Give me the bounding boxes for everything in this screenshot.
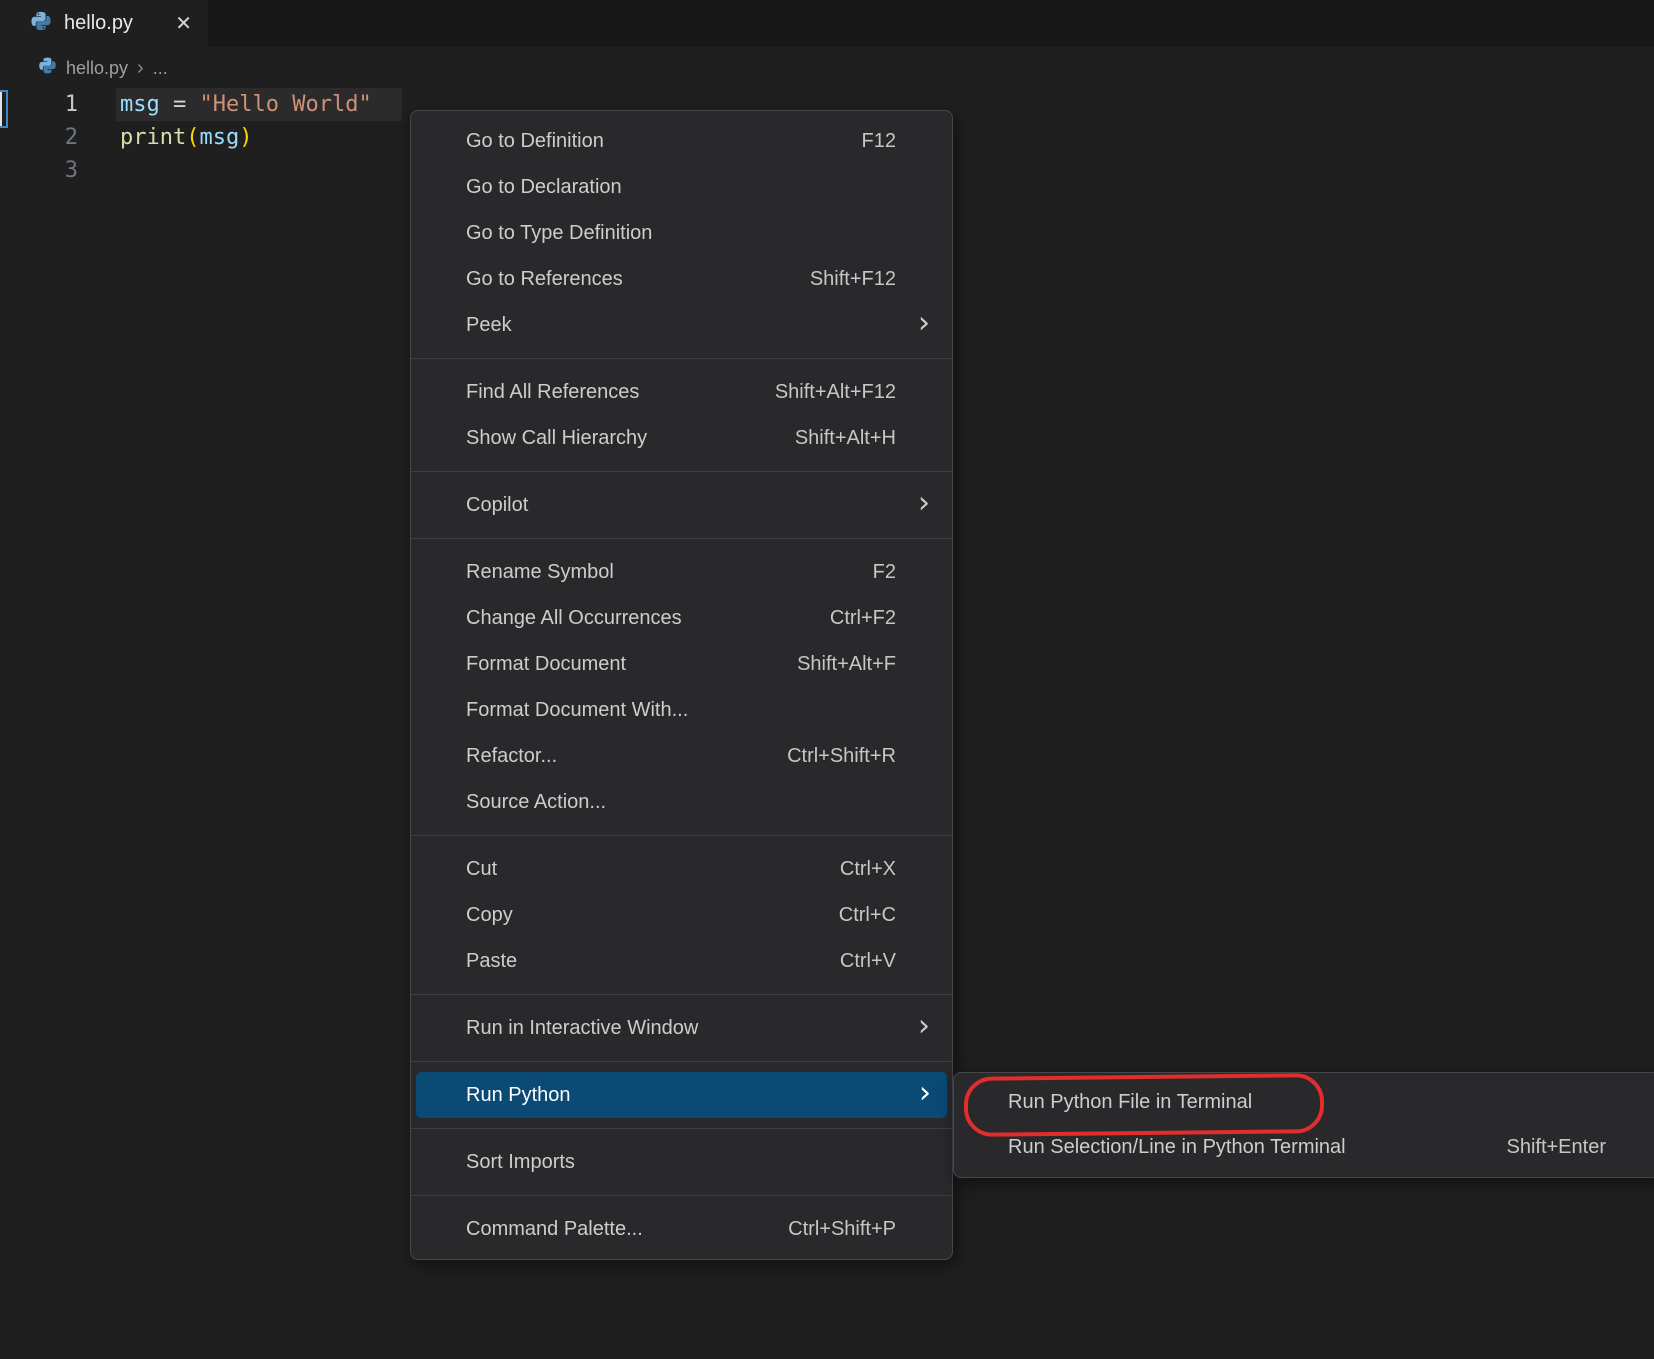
menu-item-label: Go to Definition	[466, 130, 604, 153]
menu-item-go-to-references[interactable]: Go to References Shift+F12	[411, 256, 952, 302]
menu-item-sort-imports[interactable]: Sort Imports	[411, 1139, 952, 1185]
submenu-chevron-icon: ›	[918, 1012, 930, 1042]
menu-item-label: Source Action...	[466, 791, 606, 814]
menu-item-label: Copilot	[466, 494, 528, 517]
menu-item-command-palette[interactable]: Command Palette... Ctrl+Shift+P	[411, 1206, 952, 1252]
submenu-chevron-icon: ›	[918, 309, 930, 339]
menu-item-shortcut: Ctrl+C	[839, 904, 896, 927]
token-string: "Hello World"	[200, 92, 372, 117]
menu-item-go-to-definition[interactable]: Go to Definition F12	[411, 118, 952, 164]
breadcrumb-file[interactable]: hello.py	[66, 58, 128, 79]
menu-item-label: Paste	[466, 950, 517, 973]
line-number: 3	[0, 154, 95, 187]
menu-item-shortcut: Ctrl+X	[840, 858, 896, 881]
menu-item-label: Format Document With...	[466, 699, 688, 722]
menu-separator	[411, 835, 952, 836]
menu-item-label: Find All References	[466, 381, 639, 404]
menu-item-shortcut: Shift+Alt+H	[795, 427, 896, 450]
tab-hello-py[interactable]: hello.py ✕	[0, 0, 208, 47]
menu-separator	[411, 1195, 952, 1196]
token-close-paren: )	[239, 125, 252, 150]
menu-item-label: Refactor...	[466, 745, 557, 768]
menu-item-run-python[interactable]: Run Python ›	[416, 1072, 947, 1118]
tab-title: hello.py	[64, 12, 133, 35]
menu-item-label: Show Call Hierarchy	[466, 427, 647, 450]
menu-item-shortcut: Shift+F12	[810, 268, 896, 291]
chevron-right-icon: ›	[137, 58, 144, 78]
code-editor[interactable]: 1 msg = "Hello World" 2 print(msg) 3	[0, 88, 372, 187]
menu-item-run-python-file-in-terminal[interactable]: Run Python File in Terminal	[954, 1080, 1654, 1125]
menu-item-label: Go to Declaration	[466, 176, 622, 199]
menu-separator	[411, 471, 952, 472]
editor-context-menu: Go to Definition F12 Go to Declaration G…	[410, 110, 953, 1260]
menu-item-label: Sort Imports	[466, 1151, 575, 1174]
menu-item-label: Cut	[466, 858, 497, 881]
code-line-2[interactable]: 2 print(msg)	[0, 121, 372, 154]
menu-item-label: Command Palette...	[466, 1218, 643, 1241]
menu-separator	[411, 1128, 952, 1129]
menu-item-format-document[interactable]: Format Document Shift+Alt+F	[411, 641, 952, 687]
menu-item-show-call-hierarchy[interactable]: Show Call Hierarchy Shift+Alt+H	[411, 415, 952, 461]
menu-item-shortcut: Shift+Enter	[1506, 1136, 1606, 1159]
menu-item-shortcut: F12	[862, 130, 896, 153]
menu-item-shortcut: Shift+Alt+F	[797, 653, 896, 676]
menu-item-go-to-type-definition[interactable]: Go to Type Definition	[411, 210, 952, 256]
menu-item-shortcut: F2	[873, 561, 896, 584]
menu-item-rename-symbol[interactable]: Rename Symbol F2	[411, 549, 952, 595]
menu-item-label: Change All Occurrences	[466, 607, 682, 630]
menu-item-shortcut: Ctrl+V	[840, 950, 896, 973]
menu-item-copy[interactable]: Copy Ctrl+C	[411, 892, 952, 938]
breadcrumb: hello.py › ...	[38, 49, 168, 87]
python-file-icon	[30, 10, 52, 37]
menu-item-copilot[interactable]: Copilot ›	[411, 482, 952, 528]
menu-item-label: Run Python File in Terminal	[1008, 1091, 1252, 1114]
token-variable: msg	[120, 92, 160, 117]
menu-item-paste[interactable]: Paste Ctrl+V	[411, 938, 952, 984]
menu-item-shortcut: Ctrl+Shift+P	[788, 1218, 896, 1241]
menu-item-label: Run Python	[466, 1084, 571, 1107]
token-function: print	[120, 125, 186, 150]
menu-item-label: Copy	[466, 904, 513, 927]
python-file-icon	[38, 56, 57, 80]
menu-item-shortcut: Ctrl+Shift+R	[787, 745, 896, 768]
submenu-chevron-icon: ›	[918, 489, 930, 519]
menu-item-find-all-references[interactable]: Find All References Shift+Alt+F12	[411, 369, 952, 415]
token-operator: =	[160, 92, 200, 117]
menu-item-label: Peek	[466, 314, 512, 337]
menu-item-shortcut: Ctrl+F2	[830, 607, 896, 630]
close-icon[interactable]: ✕	[175, 14, 192, 34]
menu-item-change-all-occurrences[interactable]: Change All Occurrences Ctrl+F2	[411, 595, 952, 641]
menu-item-refactor[interactable]: Refactor... Ctrl+Shift+R	[411, 733, 952, 779]
menu-separator	[411, 1061, 952, 1062]
code-line-1[interactable]: 1 msg = "Hello World"	[0, 88, 372, 121]
menu-item-peek[interactable]: Peek ›	[411, 302, 952, 348]
menu-item-label: Go to References	[466, 268, 623, 291]
menu-item-cut[interactable]: Cut Ctrl+X	[411, 846, 952, 892]
line-number: 2	[0, 121, 95, 154]
menu-item-run-selection-line-in-python-terminal[interactable]: Run Selection/Line in Python Terminal Sh…	[954, 1125, 1654, 1170]
menu-item-go-to-declaration[interactable]: Go to Declaration	[411, 164, 952, 210]
menu-item-label: Format Document	[466, 653, 626, 676]
tab-bar: hello.py ✕	[0, 0, 1654, 47]
line-number: 1	[0, 88, 95, 121]
menu-item-shortcut: Shift+Alt+F12	[775, 381, 896, 404]
menu-item-source-action[interactable]: Source Action...	[411, 779, 952, 825]
menu-separator	[411, 538, 952, 539]
menu-item-format-document-with[interactable]: Format Document With...	[411, 687, 952, 733]
menu-item-run-in-interactive-window[interactable]: Run in Interactive Window ›	[411, 1005, 952, 1051]
menu-item-label: Go to Type Definition	[466, 222, 652, 245]
submenu-chevron-icon: ›	[919, 1079, 931, 1109]
menu-item-label: Run Selection/Line in Python Terminal	[1008, 1136, 1346, 1159]
token-variable: msg	[199, 125, 239, 150]
code-line-3[interactable]: 3	[0, 154, 372, 187]
token-open-paren: (	[186, 125, 199, 150]
menu-separator	[411, 358, 952, 359]
run-python-submenu: Run Python File in Terminal Run Selectio…	[953, 1072, 1654, 1178]
breadcrumb-ellipsis[interactable]: ...	[153, 58, 168, 79]
menu-item-label: Run in Interactive Window	[466, 1017, 698, 1040]
menu-separator	[411, 994, 952, 995]
menu-item-label: Rename Symbol	[466, 561, 614, 584]
